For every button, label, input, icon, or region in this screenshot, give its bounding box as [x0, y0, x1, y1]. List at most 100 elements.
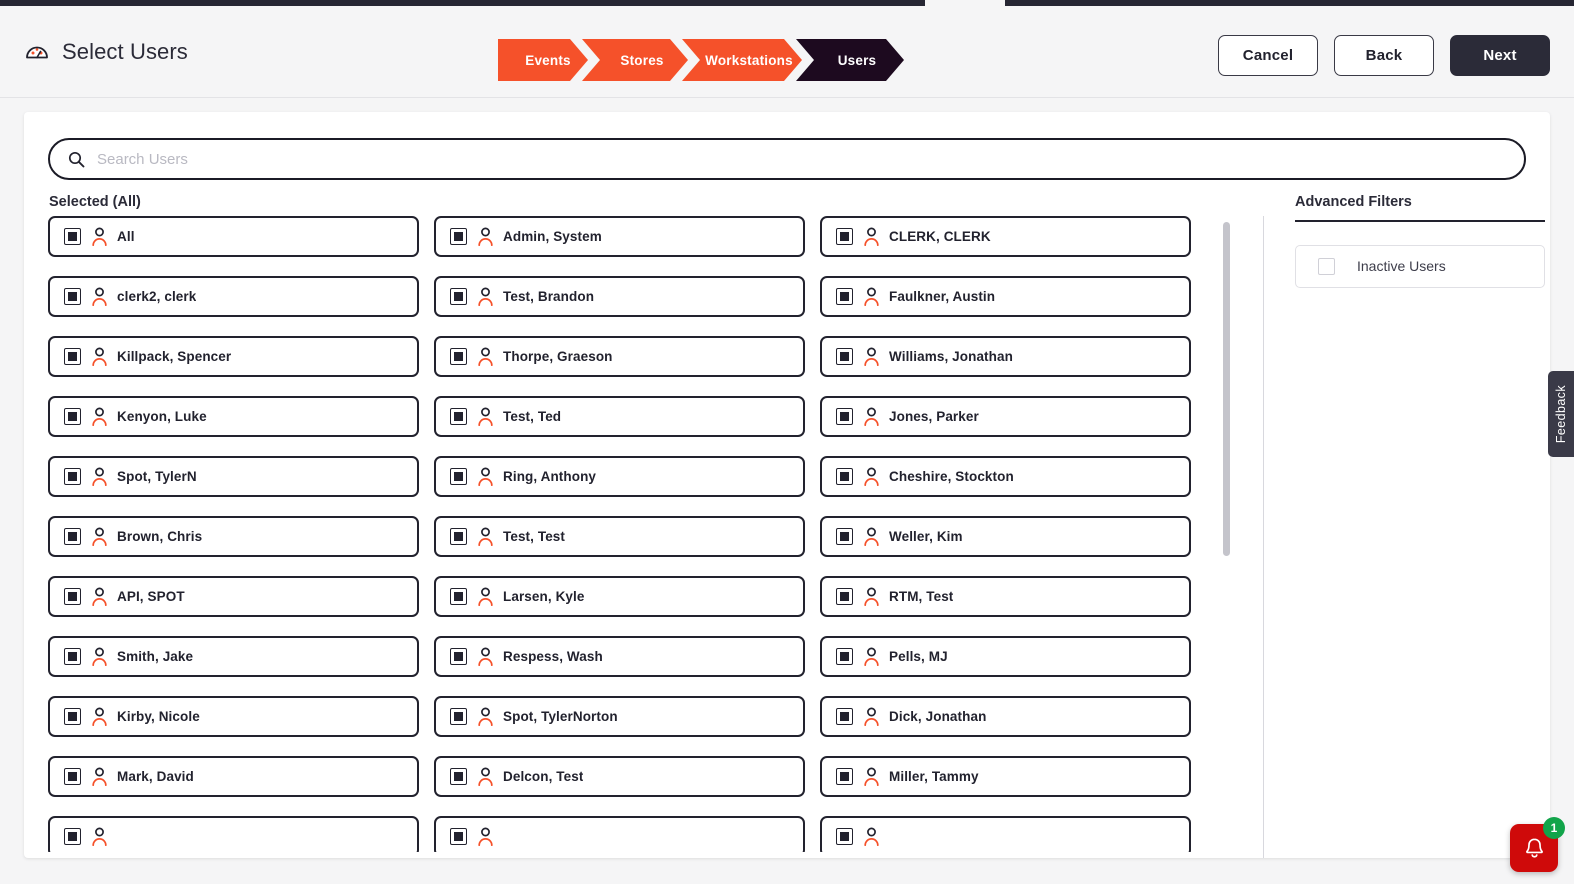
user-name: Test, Brandon	[503, 289, 595, 304]
user-checkbox[interactable]	[836, 648, 853, 665]
feedback-tab[interactable]: Feedback	[1548, 371, 1574, 457]
user-checkbox[interactable]	[836, 408, 853, 425]
user-checkbox[interactable]	[64, 408, 81, 425]
user-checkbox[interactable]	[836, 828, 853, 845]
user-list-item[interactable]	[434, 816, 805, 852]
user-checkbox[interactable]	[64, 228, 81, 245]
notifications-button[interactable]: 1	[1510, 817, 1565, 872]
user-checkbox[interactable]	[64, 588, 81, 605]
user-checkbox[interactable]	[450, 708, 467, 725]
user-checkbox[interactable]	[64, 648, 81, 665]
inactive-users-label: Inactive Users	[1357, 258, 1446, 274]
user-checkbox[interactable]	[836, 588, 853, 605]
user-list-item[interactable]: RTM, Test	[820, 576, 1191, 617]
user-checkbox[interactable]	[450, 768, 467, 785]
person-icon	[478, 767, 493, 786]
user-list-item[interactable]	[820, 816, 1191, 852]
user-checkbox[interactable]	[450, 348, 467, 365]
user-list-item[interactable]: Delcon, Test	[434, 756, 805, 797]
step-stores[interactable]: Stores	[582, 39, 688, 81]
person-icon	[864, 827, 879, 846]
user-checkbox[interactable]	[450, 828, 467, 845]
page-title: Select Users	[62, 39, 188, 64]
user-list-item[interactable]: Larsen, Kyle	[434, 576, 805, 617]
scrollbar-thumb[interactable]	[1223, 222, 1230, 556]
user-list-item[interactable]: Killpack, Spencer	[48, 336, 419, 377]
user-checkbox[interactable]	[450, 288, 467, 305]
user-name: clerk2, clerk	[117, 289, 197, 304]
user-list-item[interactable]: Jones, Parker	[820, 396, 1191, 437]
person-icon	[478, 827, 493, 846]
search-box[interactable]	[48, 138, 1526, 180]
user-list-item[interactable]	[48, 816, 419, 852]
step-events[interactable]: Events	[498, 39, 588, 81]
user-list-item[interactable]: Weller, Kim	[820, 516, 1191, 557]
person-icon	[92, 227, 107, 246]
user-list-item[interactable]: Thorpe, Graeson	[434, 336, 805, 377]
user-checkbox[interactable]	[64, 288, 81, 305]
user-checkbox[interactable]	[64, 768, 81, 785]
user-list-item[interactable]: Spot, TylerN	[48, 456, 419, 497]
user-list-item[interactable]: Test, Test	[434, 516, 805, 557]
user-checkbox[interactable]	[836, 228, 853, 245]
user-checkbox[interactable]	[64, 828, 81, 845]
user-list-item[interactable]: Cheshire, Stockton	[820, 456, 1191, 497]
user-checkbox[interactable]	[450, 528, 467, 545]
user-checkbox[interactable]	[836, 708, 853, 725]
cancel-button[interactable]: Cancel	[1218, 35, 1318, 76]
user-checkbox[interactable]	[64, 708, 81, 725]
user-checkbox[interactable]	[64, 348, 81, 365]
user-checkbox[interactable]	[450, 588, 467, 605]
person-icon	[92, 467, 107, 486]
user-checkbox[interactable]	[450, 468, 467, 485]
user-checkbox[interactable]	[836, 468, 853, 485]
user-list-item[interactable]: Brown, Chris	[48, 516, 419, 557]
user-checkbox[interactable]	[450, 228, 467, 245]
user-list-item[interactable]: Miller, Tammy	[820, 756, 1191, 797]
user-list-item[interactable]: Spot, TylerNorton	[434, 696, 805, 737]
user-list-item[interactable]: Mark, David	[48, 756, 419, 797]
user-list-item[interactable]: Smith, Jake	[48, 636, 419, 677]
advanced-filters-panel: Advanced Filters Inactive Users	[1295, 194, 1545, 288]
user-name: Jones, Parker	[889, 409, 979, 424]
user-checkbox[interactable]	[836, 348, 853, 365]
user-list-item[interactable]: Admin, System	[434, 216, 805, 257]
person-icon	[864, 287, 879, 306]
step-users[interactable]: Users	[796, 39, 904, 81]
user-name: Williams, Jonathan	[889, 349, 1013, 364]
step-events-label: Events	[525, 52, 571, 68]
user-name: Faulkner, Austin	[889, 289, 996, 304]
user-list-item[interactable]: Kenyon, Luke	[48, 396, 419, 437]
user-list-item[interactable]: Williams, Jonathan	[820, 336, 1191, 377]
person-icon	[92, 347, 107, 366]
user-list-item[interactable]: Dick, Jonathan	[820, 696, 1191, 737]
user-checkbox[interactable]	[836, 528, 853, 545]
user-list-grid: All Admin, System CLERK, CLERK clerk2, cler…	[48, 216, 1240, 852]
user-list-item[interactable]: clerk2, clerk	[48, 276, 419, 317]
search-input[interactable]	[97, 150, 1506, 168]
next-button[interactable]: Next	[1450, 35, 1550, 76]
user-list-item[interactable]: API, SPOT	[48, 576, 419, 617]
person-icon	[92, 707, 107, 726]
filter-inactive-users[interactable]: Inactive Users	[1295, 244, 1545, 288]
user-list-item[interactable]: Ring, Anthony	[434, 456, 805, 497]
user-checkbox[interactable]	[64, 468, 81, 485]
user-list-item[interactable]: Respess, Wash	[434, 636, 805, 677]
step-workstations[interactable]: Workstations	[682, 39, 802, 81]
back-button[interactable]: Back	[1334, 35, 1434, 76]
user-checkbox[interactable]	[836, 768, 853, 785]
user-list-item[interactable]: CLERK, CLERK	[820, 216, 1191, 257]
user-list-item[interactable]: All	[48, 216, 419, 257]
user-list-item[interactable]: Pells, MJ	[820, 636, 1191, 677]
user-checkbox[interactable]	[836, 288, 853, 305]
user-checkbox[interactable]	[64, 528, 81, 545]
user-list-item[interactable]: Faulkner, Austin	[820, 276, 1191, 317]
user-list-scrollbar[interactable]	[1223, 222, 1230, 852]
user-list-item[interactable]: Test, Brandon	[434, 276, 805, 317]
inactive-users-checkbox[interactable]	[1318, 257, 1335, 275]
user-checkbox[interactable]	[450, 408, 467, 425]
user-list-item[interactable]: Kirby, Nicole	[48, 696, 419, 737]
user-name: Delcon, Test	[503, 769, 584, 784]
user-list-item[interactable]: Test, Ted	[434, 396, 805, 437]
user-checkbox[interactable]	[450, 648, 467, 665]
